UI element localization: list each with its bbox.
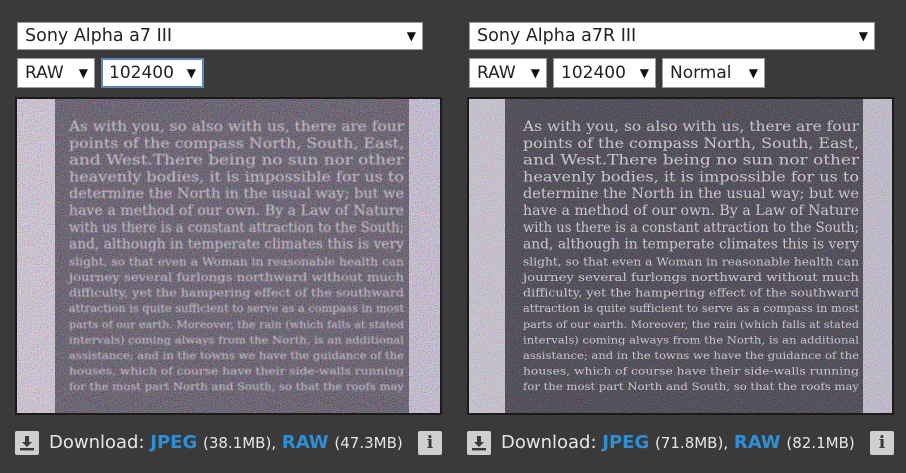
download-row-right: Download: JPEG (71.8MB), RAW (82.1MB) i <box>467 428 894 458</box>
dropdown-arrow-icon: ▼ <box>530 66 540 80</box>
noisy-text-sample-left: As with you, so also with us, there are … <box>17 99 440 413</box>
sample-image-right[interactable]: As with you, so also with us, there are … <box>467 97 894 415</box>
format-select-left[interactable]: RAW ▼ <box>17 58 95 88</box>
mode-select-right[interactable]: Normal ▼ <box>662 58 765 88</box>
iso-select-value: 102400 <box>561 63 626 83</box>
iso-select-right[interactable]: 102400 ▼ <box>553 58 656 88</box>
camera-select-value: Sony Alpha a7 III <box>25 26 173 46</box>
format-select-value: RAW <box>25 63 64 83</box>
raw-download-link[interactable]: RAW <box>282 432 329 453</box>
camera-select-right[interactable]: Sony Alpha a7R III ▼ <box>469 22 875 50</box>
download-icon[interactable] <box>467 431 491 455</box>
left-comparison-panel: Sony Alpha a7 III ▼ RAW ▼ 102400 ▼ As wi… <box>15 0 442 473</box>
jpeg-download-link[interactable]: JPEG <box>602 432 649 453</box>
jpeg-download-link[interactable]: JPEG <box>150 432 197 453</box>
download-links-right: Download: JPEG (71.8MB), RAW (82.1MB) <box>501 428 855 458</box>
raw-file-size: (82.1MB) <box>786 434 855 452</box>
jpeg-file-size: (38.1MB), <box>202 434 277 452</box>
iso-select-left[interactable]: 102400 ▼ <box>101 58 204 88</box>
mode-select-value: Normal <box>670 63 732 83</box>
download-label: Download: <box>501 432 597 453</box>
noisy-text-sample-right: As with you, so also with us, there are … <box>469 99 892 413</box>
info-icon[interactable]: i <box>418 431 442 455</box>
download-icon[interactable] <box>15 431 39 455</box>
dropdown-arrow-icon: ▼ <box>639 66 649 80</box>
camera-select-left[interactable]: Sony Alpha a7 III ▼ <box>17 22 423 50</box>
dropdown-arrow-icon: ▼ <box>858 29 868 43</box>
dropdown-arrow-icon: ▼ <box>78 66 88 80</box>
format-select-right[interactable]: RAW ▼ <box>469 58 547 88</box>
raw-file-size: (47.3MB) <box>334 434 403 452</box>
dropdown-arrow-icon: ▼ <box>406 29 416 43</box>
iso-select-value: 102400 <box>109 63 174 83</box>
jpeg-file-size: (71.8MB), <box>654 434 729 452</box>
download-row-left: Download: JPEG (38.1MB), RAW (47.3MB) i <box>15 428 442 458</box>
dropdown-arrow-icon: ▼ <box>748 66 758 80</box>
format-select-value: RAW <box>477 63 516 83</box>
download-links-left: Download: JPEG (38.1MB), RAW (47.3MB) <box>49 428 403 458</box>
raw-download-link[interactable]: RAW <box>734 432 781 453</box>
right-comparison-panel: Sony Alpha a7R III ▼ RAW ▼ 102400 ▼ Norm… <box>467 0 894 473</box>
dropdown-arrow-icon: ▼ <box>186 66 196 80</box>
camera-select-value: Sony Alpha a7R III <box>477 26 637 46</box>
download-label: Download: <box>49 432 145 453</box>
sample-image-left[interactable]: As with you, so also with us, there are … <box>15 97 442 415</box>
info-icon[interactable]: i <box>870 431 894 455</box>
